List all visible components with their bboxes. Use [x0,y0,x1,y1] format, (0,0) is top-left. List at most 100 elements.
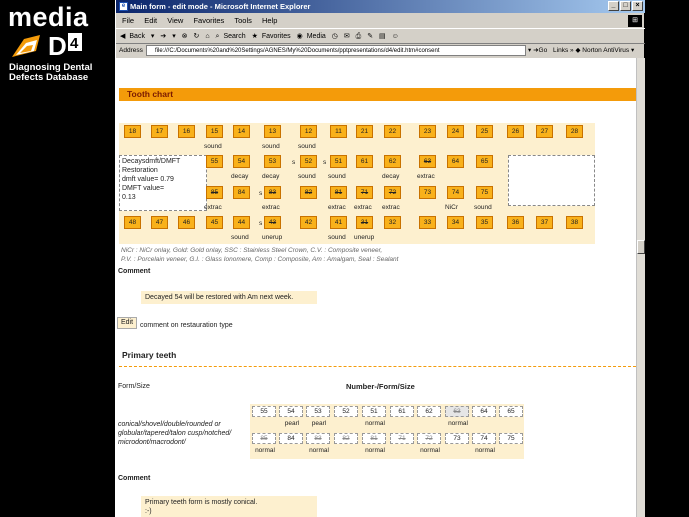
tooth-36[interactable]: 36 [507,216,524,229]
tooth-15[interactable]: 15 [206,125,223,138]
search-icon[interactable]: ⌕ [216,33,220,40]
refresh-icon[interactable]: ↻ [194,33,200,40]
tooth-16[interactable]: 16 [178,125,195,138]
tooth-83[interactable]: 83 [264,186,281,199]
tooth-52[interactable]: 52 [300,155,317,168]
tooth-35[interactable]: 35 [476,216,493,229]
search-button[interactable]: Search [223,33,245,40]
vertical-scrollbar[interactable] [636,58,645,517]
close-button[interactable]: × [632,1,643,11]
tooth-43[interactable]: 43 [264,216,281,229]
tooth-61[interactable]: 61 [356,155,373,168]
tooth-11[interactable]: 11 [330,125,347,138]
scroll-thumb[interactable] [637,240,645,254]
tooth-13[interactable]: 13 [264,125,281,138]
form-tooth-61[interactable]: 61 [390,406,414,417]
forward-dropdown-icon[interactable]: ▾ [172,33,176,40]
menu-tools[interactable]: Tools [234,16,252,25]
tooth-21[interactable]: 21 [356,125,373,138]
form-tooth-63[interactable]: 63 [445,406,469,417]
tooth-44[interactable]: 44 [233,216,250,229]
menu-file[interactable]: File [122,16,134,25]
form-tooth-82[interactable]: 82 [334,433,358,444]
minimize-button[interactable]: _ [608,1,619,11]
tooth-85[interactable]: 85 [206,186,223,199]
address-input[interactable]: file:///C:/Documents%20and%20Settings/AG… [146,45,526,56]
form-tooth-55[interactable]: 55 [252,406,276,417]
tooth-17[interactable]: 17 [151,125,168,138]
mail-icon[interactable]: ✉ [344,33,350,40]
form-tooth-83[interactable]: 83 [306,433,330,444]
tooth-65[interactable]: 65 [476,155,493,168]
norton-antivirus-button[interactable]: Norton AntiVirus [582,47,629,54]
form-tooth-85[interactable]: 85 [252,433,276,444]
menu-edit[interactable]: Edit [144,16,157,25]
media-icon[interactable]: ◉ [297,33,303,40]
maximize-button[interactable]: □ [620,1,631,11]
forward-icon[interactable]: ➔ [160,33,166,40]
tooth-73[interactable]: 73 [419,186,436,199]
tooth-24[interactable]: 24 [447,125,464,138]
form-tooth-64[interactable]: 64 [472,406,496,417]
tooth-64[interactable]: 64 [447,155,464,168]
back-dropdown-icon[interactable]: ▾ [151,33,155,40]
form-tooth-73[interactable]: 73 [445,433,469,444]
tooth-32[interactable]: 32 [384,216,401,229]
menu-help[interactable]: Help [262,16,277,25]
favorites-button[interactable]: Favorites [262,33,291,40]
tooth-34[interactable]: 34 [447,216,464,229]
form-tooth-62[interactable]: 62 [417,406,441,417]
tooth-37[interactable]: 37 [536,216,553,229]
form-tooth-75[interactable]: 75 [499,433,523,444]
form-tooth-53[interactable]: 53 [306,406,330,417]
messenger-icon[interactable]: ☺ [392,33,399,40]
tooth-45[interactable]: 45 [206,216,223,229]
tooth-54[interactable]: 54 [233,155,250,168]
menu-favorites[interactable]: Favorites [193,16,224,25]
tooth-46[interactable]: 46 [178,216,195,229]
edit-button[interactable]: Edit [117,317,137,329]
tooth-48[interactable]: 48 [124,216,141,229]
tooth-42[interactable]: 42 [300,216,317,229]
tooth-27[interactable]: 27 [536,125,553,138]
favorites-icon[interactable]: ★ [252,33,258,40]
form-tooth-72[interactable]: 72 [417,433,441,444]
tooth-72[interactable]: 72 [384,186,401,199]
tooth-62[interactable]: 62 [384,155,401,168]
tooth-38[interactable]: 38 [566,216,583,229]
form-tooth-65[interactable]: 65 [499,406,523,417]
norton-dropdown-icon[interactable]: ▾ [631,47,634,54]
address-dropdown-icon[interactable]: ▾ [528,47,531,54]
tooth-53[interactable]: 53 [264,155,281,168]
form-tooth-71[interactable]: 71 [390,433,414,444]
form-tooth-52[interactable]: 52 [334,406,358,417]
form-tooth-51[interactable]: 51 [362,406,386,417]
menu-view[interactable]: View [167,16,183,25]
home-icon[interactable]: ⌂ [205,33,209,40]
tooth-51[interactable]: 51 [330,155,347,168]
tooth-25[interactable]: 25 [476,125,493,138]
form-tooth-54[interactable]: 54 [279,406,303,417]
form-tooth-74[interactable]: 74 [472,433,496,444]
tooth-33[interactable]: 33 [419,216,436,229]
form-tooth-81[interactable]: 81 [362,433,386,444]
tooth-18[interactable]: 18 [124,125,141,138]
back-icon[interactable]: ◀ [120,33,125,40]
stop-icon[interactable]: ⊗ [182,33,188,40]
tooth-82[interactable]: 82 [300,186,317,199]
tooth-75[interactable]: 75 [476,186,493,199]
edit-page-icon[interactable]: ✎ [367,33,373,40]
tooth-55[interactable]: 55 [206,155,223,168]
tooth-63[interactable]: 63 [419,155,436,168]
go-button[interactable]: Go [539,47,548,54]
tooth-26[interactable]: 26 [507,125,524,138]
history-icon[interactable]: ◷ [332,33,338,40]
tooth-84[interactable]: 84 [233,186,250,199]
print-icon[interactable]: ⎙ [356,33,362,40]
tooth-14[interactable]: 14 [233,125,250,138]
links-chevron-icon[interactable]: » [570,47,574,54]
form-tooth-84[interactable]: 84 [279,433,303,444]
links-button[interactable]: Links [553,47,568,54]
tooth-71[interactable]: 71 [356,186,373,199]
discuss-icon[interactable]: ▤ [379,33,386,40]
